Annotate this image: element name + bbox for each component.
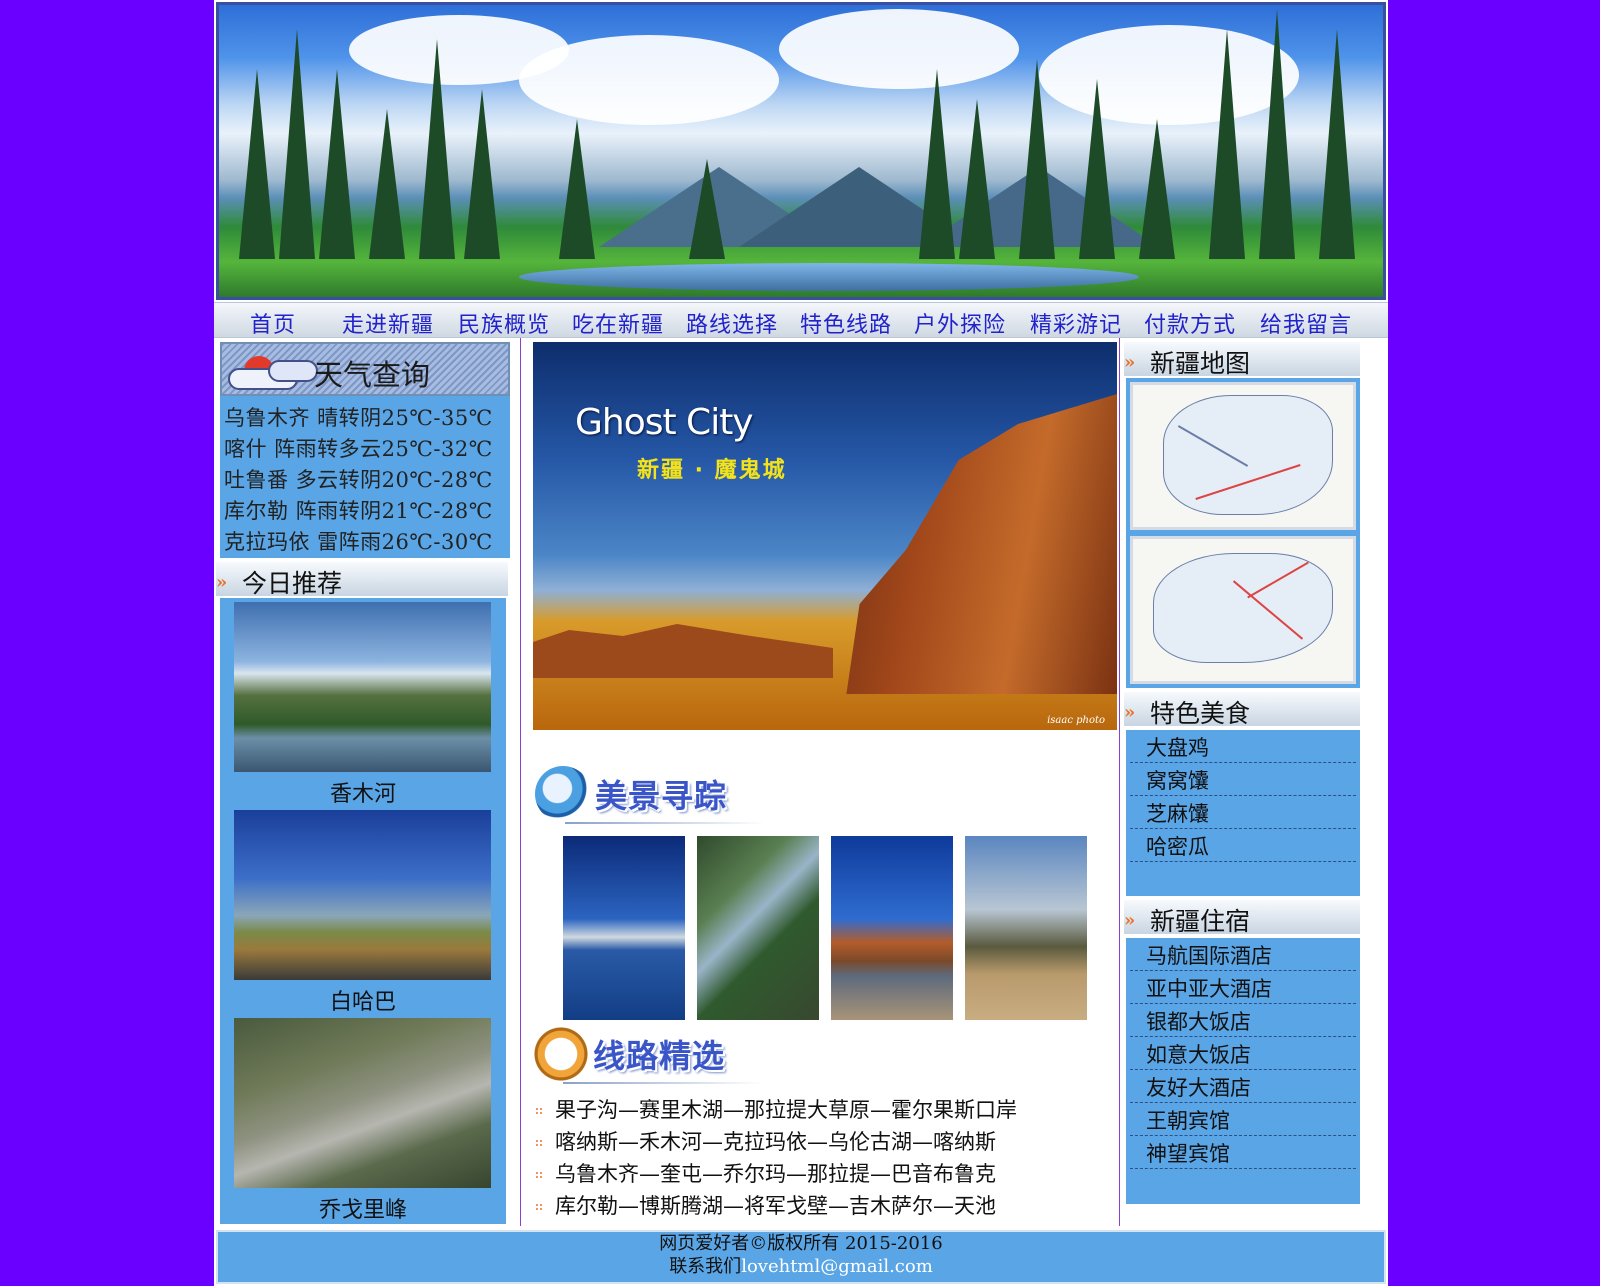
recommend-title: 今日推荐: [242, 569, 343, 598]
nav-special-routes[interactable]: 特色线路: [800, 307, 892, 339]
section-arrow-icon: »: [216, 572, 228, 593]
weather-panel: 天气查询 乌鲁木齐 晴转阴25℃-35℃ 喀什 阵雨转多云25℃-32℃ 吐鲁番…: [220, 342, 510, 558]
page-container: 首页 走进新疆 民族概览 吃在新疆 路线选择 特色线路 户外探险 精彩游记 付款…: [214, 0, 1388, 1286]
recommend-header: » 今日推荐: [216, 562, 508, 598]
food-item[interactable]: 哈密瓜: [1130, 829, 1356, 862]
hotel-item[interactable]: 银都大饭店: [1130, 1004, 1356, 1037]
weather-row: 乌鲁木齐 晴转阴25℃-35℃: [224, 406, 493, 430]
section-arrow-icon: »: [1124, 352, 1136, 373]
section-arrow-icon: »: [1124, 910, 1136, 931]
nav-payment[interactable]: 付款方式: [1144, 307, 1236, 339]
routes-heading: 线路精选: [533, 1026, 763, 1084]
scenery-thumbnail[interactable]: [965, 836, 1087, 1020]
hotels-header: » 新疆住宿: [1124, 900, 1360, 936]
nav-ethnic-overview[interactable]: 民族概览: [458, 307, 550, 339]
weather-header: 天气查询: [220, 342, 510, 396]
center-column: Ghost City 新疆 · 魔鬼城 isaac photo 美景寻踪 线路精…: [520, 338, 1120, 1226]
bullet-icon: [535, 1107, 543, 1115]
hotel-item[interactable]: 友好大酒店: [1130, 1070, 1356, 1103]
bullet-icon: [535, 1139, 543, 1147]
scenery-title: 美景寻踪: [595, 777, 728, 815]
hero-title: Ghost City: [575, 402, 754, 443]
hotels-title: 新疆住宿: [1150, 907, 1251, 936]
recommend-photo[interactable]: [234, 810, 491, 980]
route-link[interactable]: 库尔勒—博斯腾湖—将军戈壁—吉木萨尔—天池: [535, 1190, 996, 1220]
recommend-panel: 香木河 白哈巴 乔戈里峰: [220, 598, 506, 1224]
route-link[interactable]: 果子沟—赛里木湖—那拉提大草原—霍尔果斯口岸: [535, 1094, 1017, 1124]
hotel-item[interactable]: 马航国际酒店: [1130, 938, 1356, 971]
nav-travelogues[interactable]: 精彩游记: [1030, 307, 1122, 339]
hotel-item[interactable]: 神望宾馆: [1130, 1136, 1356, 1169]
recommend-label[interactable]: 白哈巴: [220, 984, 506, 1016]
nav-home[interactable]: 首页: [250, 307, 296, 339]
bullet-icon: [535, 1171, 543, 1179]
map-title: 新疆地图: [1150, 349, 1251, 378]
food-item[interactable]: 大盘鸡: [1130, 730, 1356, 763]
hotel-item[interactable]: 王朝宾馆: [1130, 1103, 1356, 1136]
scenery-thumbnail[interactable]: [563, 836, 685, 1020]
weather-row: 喀什 阵雨转多云25℃-32℃: [224, 437, 493, 461]
hotel-item[interactable]: 如意大饭店: [1130, 1037, 1356, 1070]
contact-line: 联系我们lovehtml@gmail.com: [669, 1256, 933, 1277]
nav-outdoor[interactable]: 户外探险: [914, 307, 1006, 339]
nav-route-select[interactable]: 路线选择: [686, 307, 778, 339]
map-header: » 新疆地图: [1124, 342, 1360, 378]
weather-row: 吐鲁番 多云转阴20℃-28℃: [224, 468, 493, 492]
food-item[interactable]: 芝麻馕: [1130, 796, 1356, 829]
weather-title: 天气查询: [314, 358, 431, 392]
xinjiang-map[interactable]: [1130, 382, 1356, 530]
recommend-label[interactable]: 香木河: [220, 776, 506, 808]
hero-subtitle: 新疆 · 魔鬼城: [637, 458, 787, 483]
weather-row: 库尔勒 阵雨转阴21℃-28℃: [224, 499, 493, 523]
weather-row: 克拉玛依 雷阵雨26℃-30℃: [224, 530, 493, 554]
nav-food[interactable]: 吃在新疆: [572, 307, 664, 339]
copyright-text: 网页爱好者©版权所有 2015-2016: [659, 1233, 943, 1254]
main-nav: 首页 走进新疆 民族概览 吃在新疆 路线选择 特色线路 户外探险 精彩游记 付款…: [214, 302, 1388, 338]
bullet-icon: [535, 1203, 543, 1211]
recommend-photo[interactable]: [234, 602, 491, 772]
nav-guestbook[interactable]: 给我留言: [1260, 307, 1352, 339]
hotel-item[interactable]: 亚中亚大酒店: [1130, 971, 1356, 1004]
xinjiang-map[interactable]: [1130, 536, 1356, 684]
hotels-list: 马航国际酒店 亚中亚大酒店 银都大饭店 如意大饭店 友好大酒店 王朝宾馆 神望宾…: [1126, 938, 1360, 1204]
right-column: » 新疆地图 » 特色美食 大盘鸡 窝窝馕 芝麻馕 哈密瓜 » 新疆住宿 马航国…: [1122, 338, 1388, 1226]
scenery-thumbnail[interactable]: [831, 836, 953, 1020]
route-link[interactable]: 乌鲁木齐—奎屯—乔尔玛—那拉提—巴音布鲁克: [535, 1158, 996, 1188]
food-list: 大盘鸡 窝窝馕 芝麻馕 哈密瓜: [1126, 730, 1360, 896]
recommend-label[interactable]: 乔戈里峰: [220, 1192, 506, 1224]
recommend-photo[interactable]: [234, 1018, 491, 1188]
header-banner: [216, 2, 1386, 300]
contact-email-link[interactable]: lovehtml@gmail.com: [741, 1256, 933, 1277]
route-link[interactable]: 喀纳斯—禾木河—克拉玛依—乌伦古湖—喀纳斯: [535, 1126, 996, 1156]
nav-about-xinjiang[interactable]: 走进新疆: [342, 307, 434, 339]
food-item[interactable]: 窝窝馕: [1130, 763, 1356, 796]
compass-icon: [533, 1026, 589, 1082]
magnifier-icon: [535, 766, 591, 822]
routes-title: 线路精选: [593, 1037, 726, 1075]
food-header: » 特色美食: [1124, 692, 1360, 728]
scenery-heading: 美景寻踪: [535, 766, 765, 824]
scenery-thumbnail[interactable]: [697, 836, 819, 1020]
map-panel: [1126, 378, 1360, 688]
hero-credit: isaac photo: [1047, 715, 1105, 726]
section-arrow-icon: »: [1124, 702, 1136, 723]
footer: 网页爱好者©版权所有 2015-2016 联系我们lovehtml@gmail.…: [216, 1230, 1386, 1284]
food-title: 特色美食: [1150, 699, 1251, 728]
hero-image[interactable]: Ghost City 新疆 · 魔鬼城 isaac photo: [533, 342, 1117, 730]
left-column: 天气查询 乌鲁木齐 晴转阴25℃-35℃ 喀什 阵雨转多云25℃-32℃ 吐鲁番…: [214, 338, 512, 1226]
